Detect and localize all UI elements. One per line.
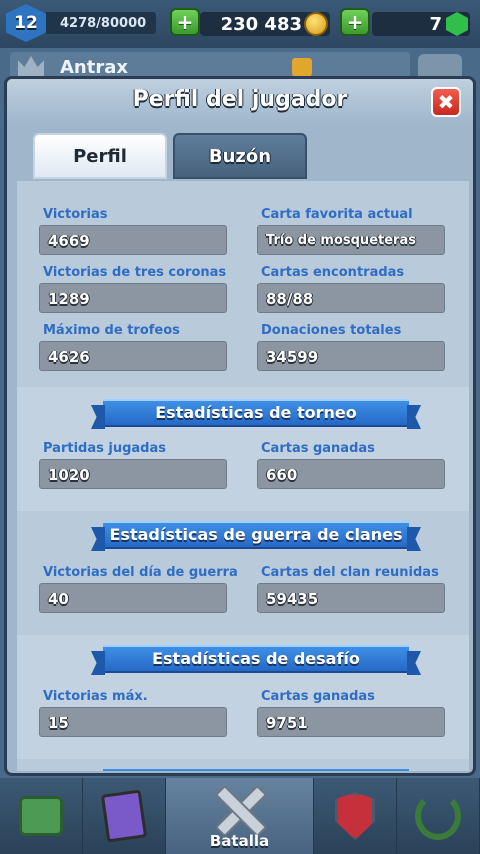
stat-value: 1020 <box>39 459 227 489</box>
plus-icon: + <box>176 10 194 34</box>
stat-label: Cartas del clan reunidas <box>261 565 439 580</box>
level-value: 12 <box>14 13 38 33</box>
nav-shop[interactable] <box>0 778 83 854</box>
level-badge[interactable]: 12 <box>6 4 46 42</box>
clan-war-ribbon: Estadísticas de guerra de clanes <box>103 521 409 549</box>
stat-label: Victorias del día de guerra <box>43 565 238 580</box>
tab-buzon[interactable]: Buzón <box>173 133 307 179</box>
stat-label: Cartas ganadas <box>261 689 375 704</box>
stat-label: Donaciones totales <box>261 323 402 338</box>
gold-coin-icon <box>304 12 328 36</box>
stat-label: Victorias máx. <box>43 689 148 704</box>
stat-value: 4626 <box>39 341 227 371</box>
tournament-ribbon: Estadísticas de torneo <box>103 399 409 427</box>
tournament-section: Estadísticas de torneo Partidas jugadas … <box>17 387 469 511</box>
stat-label: Cartas encontradas <box>261 265 405 280</box>
stat-label: Victorias de tres coronas <box>43 265 227 280</box>
stat-value: 660 <box>257 459 445 489</box>
challenge-ribbon: Estadísticas de desafío <box>103 645 409 673</box>
stat-value: 59435 <box>257 583 445 613</box>
laurel-sword-icon <box>415 792 462 840</box>
stat-value: 15 <box>39 707 227 737</box>
player-profile-modal: Perfil del jugador ✖ Perfil Buzón Victor… <box>4 76 476 776</box>
bottom-navigation: Batalla <box>0 778 480 854</box>
next-section-peek <box>17 759 469 771</box>
stat-value: 9751 <box>257 707 445 737</box>
stat-value: 40 <box>39 583 227 613</box>
stat-value: 88/88 <box>257 283 445 313</box>
profile-scroll-area[interactable]: Victorias 4669 Carta favorita actual Trí… <box>17 181 469 771</box>
modal-title: Perfil del jugador <box>132 87 348 112</box>
profile-stats-section: Victorias 4669 Carta favorita actual Trí… <box>17 181 469 387</box>
crossed-swords-icon <box>210 783 268 833</box>
gem-value: 7 <box>429 13 442 35</box>
stat-value: 4669 <box>39 225 227 255</box>
stat-label: Carta favorita actual <box>261 207 413 222</box>
clan-shield-icon <box>335 792 376 840</box>
stat-label: Cartas ganadas <box>261 441 375 456</box>
ribbon-edge-bottom <box>103 769 409 771</box>
modal-header: Perfil del jugador ✖ <box>7 79 473 125</box>
tab-perfil[interactable]: Perfil <box>33 133 167 179</box>
stat-value: Trío de mosqueteras <box>257 225 445 255</box>
experience-bar[interactable]: 4278/80000 <box>44 12 156 34</box>
clan-war-section: Estadísticas de guerra de clanes Victori… <box>17 511 469 635</box>
nav-battle-label: Batalla <box>209 832 270 850</box>
gold-value: 230 483 <box>220 13 302 35</box>
close-button[interactable]: ✖ <box>431 87 461 117</box>
stat-label: Partidas jugadas <box>43 441 166 456</box>
challenge-section: Estadísticas de desafío Victorias máx. 1… <box>17 635 469 759</box>
chest-icon <box>18 796 63 836</box>
nav-tournaments[interactable] <box>397 778 480 854</box>
stat-label: Máximo de trofeos <box>43 323 180 338</box>
plus-icon: + <box>346 10 364 34</box>
nav-clan[interactable] <box>314 778 398 854</box>
cards-icon <box>100 789 147 843</box>
player-name: Antrax <box>60 57 128 78</box>
resource-bar: 4278/80000 12 + 230 483 + 7 <box>0 0 480 48</box>
tab-buzon-label: Buzón <box>208 145 272 167</box>
stat-value: 34599 <box>257 341 445 371</box>
xp-value: 4278/80000 <box>60 15 147 31</box>
tab-perfil-label: Perfil <box>73 145 127 167</box>
add-gold-button[interactable]: + <box>170 8 200 36</box>
nav-cards[interactable] <box>83 778 166 854</box>
stat-label: Victorias <box>43 207 108 222</box>
close-icon: ✖ <box>437 90 455 114</box>
stat-value: 1289 <box>39 283 227 313</box>
nav-battle[interactable]: Batalla <box>165 778 315 854</box>
add-gems-button[interactable]: + <box>340 8 370 36</box>
